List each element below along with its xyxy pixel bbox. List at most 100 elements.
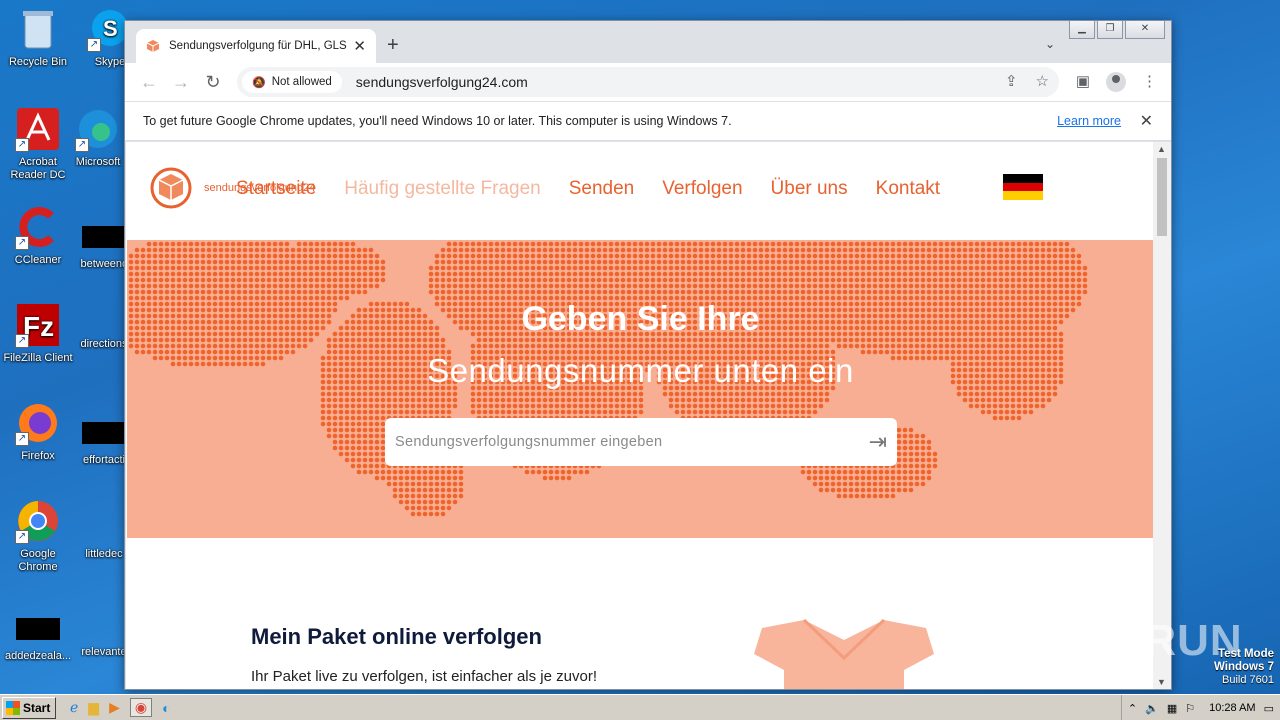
infobar-close-icon[interactable]: ✕ [1140, 111, 1153, 131]
desktop-icon-recycle-bin[interactable]: Recycle Bin [0, 6, 76, 69]
bookmark-star-icon[interactable]: ☆ [1036, 72, 1049, 90]
desktop-icon-label: CCleaner [14, 254, 62, 266]
nav-item-verfolgen[interactable]: Verfolgen [662, 178, 742, 200]
close-window-icon[interactable]: ✕ [1125, 21, 1165, 39]
reload-icon[interactable]: ↻ [197, 72, 229, 93]
nav-item-startseite[interactable]: Startseite [236, 178, 316, 200]
edge-taskbar-icon[interactable]: ◐ [162, 700, 170, 716]
permission-chip[interactable]: 🔕 Not allowed [242, 71, 342, 93]
page-scrollbar[interactable]: ▲ ▼ [1153, 142, 1171, 689]
minimize-icon[interactable]: ▁ [1069, 21, 1095, 39]
desktop-icon-label: Firefox [21, 450, 55, 462]
shortcut-arrow-icon: ↗ [15, 530, 29, 544]
permission-label: Not allowed [271, 76, 332, 88]
hero-section: Geben Sie Ihre Sendungsnummer unten ein … [127, 240, 1154, 538]
forward-arrow-icon[interactable]: → [165, 72, 197, 93]
file-icon [82, 422, 126, 444]
tab-search-chevron-icon[interactable]: ⌄ [1045, 37, 1055, 51]
desktop-icon-label: FileZilla Client [3, 352, 73, 364]
action-center-flag-icon[interactable]: ⚐ [1185, 702, 1195, 715]
back-arrow-icon[interactable]: ← [133, 72, 165, 93]
bell-off-icon: 🔕 [252, 76, 266, 89]
svg-text:S: S [103, 16, 118, 41]
network-icon[interactable]: ▦ [1167, 702, 1177, 715]
url-text: sendungsverfolgung24.com [355, 74, 528, 90]
nav-item-faq[interactable]: Häufig gestellte Fragen [344, 178, 540, 200]
tab-strip: Sendungsverfolgung für DHL, GLS, U ✕ + ⌄… [125, 21, 1171, 63]
scroll-up-icon[interactable]: ▲ [1157, 144, 1166, 154]
new-tab-icon[interactable]: + [387, 34, 399, 57]
shortcut-arrow-icon: ↗ [15, 432, 29, 446]
desktop-icon-label: Recycle Bin [8, 56, 68, 68]
hero-subtitle: Sendungsnummer unten ein [427, 352, 854, 389]
scroll-down-icon[interactable]: ▼ [1157, 677, 1166, 687]
submit-login-icon[interactable]: ⇥ [869, 429, 887, 455]
desktop-icon-label: Google Chrome [18, 548, 58, 573]
tab-active[interactable]: Sendungsverfolgung für DHL, GLS, U ✕ [136, 29, 376, 63]
browser-window: Sendungsverfolgung für DHL, GLS, U ✕ + ⌄… [124, 20, 1172, 690]
show-desktop-icon[interactable]: ▭ [1264, 702, 1274, 715]
shortcut-arrow-icon: ↗ [75, 138, 89, 152]
nav-item-senden[interactable]: Senden [569, 178, 635, 200]
profile-avatar-icon[interactable] [1106, 72, 1126, 92]
taskbar: Start ℯ ▆ ▶ ◉ ◐ ⌃ 🔈 ▦ ⚐ 10:28 AM ▭ [0, 694, 1280, 720]
intro-section: Mein Paket online verfolgen Ihr Paket li… [126, 538, 1154, 689]
recycle-bin-icon [15, 6, 61, 52]
hero-title: Geben Sie Ihre [521, 300, 760, 338]
tab-close-icon[interactable]: ✕ [353, 37, 366, 55]
tab-title: Sendungsverfolgung für DHL, GLS, U [169, 40, 348, 52]
test-mode-watermark: Test Mode Windows 7 Build 7601 [1214, 648, 1274, 687]
file-icon [82, 226, 126, 248]
tray-expand-icon[interactable]: ⌃ [1128, 702, 1137, 715]
file-icon [16, 618, 60, 640]
media-player-icon[interactable]: ▶ [109, 699, 120, 716]
clock[interactable]: 10:28 AM [1209, 702, 1255, 714]
start-label: Start [23, 700, 51, 715]
desktop-icon-filezilla[interactable]: Fz ↗ FileZilla Client [0, 302, 76, 365]
scroll-thumb[interactable] [1157, 158, 1167, 236]
window-controls: ▁ ❐ ✕ [1067, 21, 1165, 39]
ccleaner-icon: ↗ [15, 204, 61, 250]
explorer-folder-icon[interactable]: ▆ [88, 699, 99, 716]
desktop-icon-label: addedzeala... [4, 650, 72, 662]
tracking-number-input[interactable] [395, 434, 869, 450]
share-icon[interactable]: ⇪ [1005, 72, 1018, 90]
system-tray: ⌃ 🔈 ▦ ⚐ 10:28 AM ▭ [1120, 695, 1280, 720]
windows-line: Windows 7 [1214, 661, 1274, 673]
browser-toolbar: ← → ↻ 🔕 Not allowed sendungsverfolgung24… [125, 63, 1171, 101]
shortcut-arrow-icon: ↗ [15, 138, 29, 152]
volume-icon[interactable]: 🔈 [1145, 702, 1159, 715]
main-nav: Startseite Häufig gestellte Fragen Sende… [236, 178, 940, 200]
chrome-taskbar-icon[interactable]: ◉ [129, 698, 153, 717]
ie-icon[interactable]: ℯ [70, 699, 78, 716]
shortcut-arrow-icon: ↗ [15, 236, 29, 250]
edge-icon: ↗ [75, 106, 121, 152]
filezilla-icon: Fz ↗ [15, 302, 61, 348]
page-viewport: sendungsverfolgung24 Startseite Häufig g… [126, 142, 1154, 689]
shortcut-arrow-icon: ↗ [15, 334, 29, 348]
acrobat-icon: ↗ [15, 106, 61, 152]
desktop-icon-ccleaner[interactable]: ↗ CCleaner [0, 204, 76, 267]
start-button[interactable]: Start [2, 696, 56, 719]
learn-more-link[interactable]: Learn more [1057, 114, 1121, 128]
test-mode-line: Test Mode [1217, 648, 1274, 660]
section-title: Mein Paket online verfolgen [251, 624, 542, 649]
infobar-message: To get future Google Chrome updates, you… [143, 114, 732, 128]
side-panel-icon[interactable]: ▣ [1076, 72, 1090, 92]
chrome-icon: ↗ [15, 498, 61, 544]
tracking-search-box: ⇥ [385, 418, 897, 466]
desktop-icon-file[interactable]: addedzeala... [0, 606, 76, 663]
nav-item-kontakt[interactable]: Kontakt [876, 178, 940, 200]
site-logo-icon[interactable] [150, 164, 192, 212]
site-favicon-icon [146, 40, 160, 52]
desktop-icon-chrome[interactable]: ↗ Google Chrome [0, 498, 76, 574]
section-text: Ihr Paket live zu verfolgen, ist einfach… [251, 668, 597, 685]
restore-icon[interactable]: ❐ [1097, 21, 1123, 39]
desktop-icon-firefox[interactable]: ↗ Firefox [0, 400, 76, 463]
address-bar[interactable]: 🔕 Not allowed sendungsverfolgung24.com ⇪… [237, 67, 1059, 97]
package-box-illustration [754, 618, 934, 689]
german-flag-icon[interactable] [1003, 174, 1043, 200]
nav-item-ueber-uns[interactable]: Über uns [771, 178, 848, 200]
taskbar-pinned: ℯ ▆ ▶ ◉ ◐ [70, 698, 171, 717]
menu-kebab-icon[interactable]: ⋮ [1142, 72, 1157, 92]
